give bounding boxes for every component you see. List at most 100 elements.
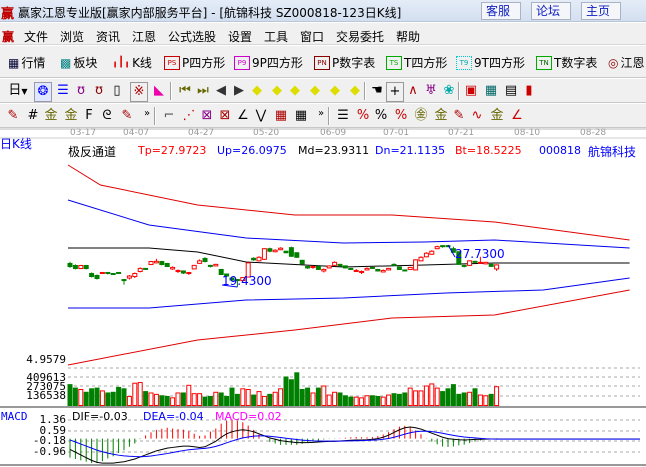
menu-settings[interactable]: 设置 [228,28,252,45]
volume-bar [326,394,332,407]
candle-body [413,259,419,271]
overlay-icon[interactable]: ❂ [34,82,52,102]
candle-body [132,272,138,278]
menu-formula-select[interactable]: 公式选股 [168,28,216,45]
box-fan-icon[interactable]: ⊠ [198,107,216,125]
kline-button[interactable]: ╻┃╻ K线 [112,54,152,71]
flag-icon[interactable]: ◣ [150,82,168,100]
grid2-icon[interactable]: ▦ [292,107,310,125]
fan-lines-icon[interactable]: ⋰ [180,107,198,125]
menu-info[interactable]: 资讯 [96,28,120,45]
ps-icon: PS [164,55,180,70]
grid-lines-icon[interactable]: # [24,107,42,125]
percent-levels-icon[interactable]: % [392,107,410,125]
candle-body [472,260,478,263]
market-button[interactable]: ▦ 行情 [8,54,45,71]
pattern-icon[interactable]: ♅ [422,82,440,100]
menu-window[interactable]: 窗口 [300,28,324,45]
right-arrow-icon[interactable]: ▶ [230,82,248,100]
candle-body [440,245,446,248]
period-dropdown[interactable]: 日▼ [6,82,30,101]
angle-levels-icon[interactable]: ∠ [508,107,526,125]
draw-line-icon[interactable]: ∧ [404,82,422,100]
gann-fan-icon[interactable]: ❀ [440,82,458,100]
candle-body [94,274,100,279]
gann-button[interactable]: ◎ 江恩 [608,54,645,71]
t-number-table-label: T数字表 [554,56,598,70]
t-number-table-button[interactable]: TN T数字表 [536,54,597,71]
volume-bar [434,387,440,406]
crosshair-icon[interactable]: + [386,82,404,102]
volume-bar [164,395,170,406]
forum-button[interactable]: 论坛 [531,2,571,20]
zoom-in-icon[interactable]: ◆ [326,82,344,100]
notepad-icon[interactable]: ▤ [502,82,520,100]
box-lines-icon[interactable]: ⊠ [216,107,234,125]
gold-bar-icon[interactable]: 金 [488,107,506,125]
rect-icon[interactable]: ⌐ [160,107,178,125]
t-square-button[interactable]: TS T四方形 [386,54,447,71]
calendar-icon[interactable]: ▣ [462,82,480,100]
9p-square-button[interactable]: P9 9P四方形 [234,54,303,71]
calculator-icon[interactable]: ▦ [482,82,500,100]
sector-button[interactable]: ▩ 板块 [60,54,97,71]
map-icon[interactable]: ※ [130,82,148,102]
v-line-icon[interactable]: ⋁ [252,107,270,125]
period-label: 日K线 [0,137,32,151]
angle-icon[interactable]: ∠ [234,107,252,125]
percent-icon[interactable]: % [372,107,390,125]
clipboard-icon[interactable]: ☰ [54,82,72,100]
p-number-table-button[interactable]: PN P数字表 [314,54,375,71]
9t-square-label: 9T四方形 [474,56,525,70]
marker-icon[interactable]: ✎ [118,107,136,125]
candle-body [348,267,354,270]
hand-icon[interactable]: ☚ [368,82,386,100]
last-icon[interactable]: ⏭ [194,82,212,100]
ts-icon: TS [386,55,402,70]
volume-bar [272,391,278,407]
chart9-icon[interactable]: ʊ [90,82,108,100]
pen-levels-icon[interactable]: ✎ [450,107,468,125]
move-left-icon[interactable]: ◆ [248,82,266,100]
candle-body [375,268,381,272]
wave-icon[interactable]: ∿ [468,107,486,125]
menu-help[interactable]: 帮助 [396,28,420,45]
gold-lines2-icon[interactable]: 金 [62,107,80,125]
menu-browse[interactable]: 浏览 [60,28,84,45]
gold-levels-icon[interactable]: 金 [432,107,450,125]
left-arrow-icon[interactable]: ◀ [212,82,230,100]
menu-file[interactable]: 文件 [24,28,48,45]
volume-bar [72,387,78,406]
menu-tools[interactable]: 工具 [264,28,288,45]
candle-type-dropdown[interactable]: ▯ [108,82,126,100]
percent-line-icon[interactable]: % [354,107,372,125]
ladder-icon[interactable]: ☰ [334,107,352,125]
spiral-icon[interactable]: ᘓ [98,107,116,125]
candle-body [294,252,300,258]
dea-line [69,430,640,458]
candle-body [429,250,435,255]
pen-icon[interactable]: ✎ [4,107,22,125]
volume-bar [267,393,273,406]
kline-chart-area[interactable]: 日K线 03-17 04-07 04-27 05-20 06-09 07-01 07-21 0… [0,128,646,467]
gold-lines-icon[interactable]: 金 [42,107,60,125]
book-icon[interactable]: ▮ [520,82,538,100]
p-square-button[interactable]: PS P四方形 [164,54,225,71]
first-icon[interactable]: ⏮ [176,82,194,100]
separator [364,82,366,100]
shrink-icon[interactable]: ◆ [306,82,324,100]
volume-bar [467,391,473,407]
customer-service-button[interactable]: 客服 [481,2,521,20]
zoom-out-icon[interactable]: ◆ [346,82,364,100]
grid-icon[interactable]: ▦ [272,107,290,125]
homepage-button[interactable]: 主页 [581,2,621,20]
fib-icon[interactable]: F [80,107,98,125]
menu-trade[interactable]: 交易委托 [336,28,384,45]
move-right-icon[interactable]: ◆ [268,82,286,100]
menu-gann[interactable]: 江恩 [132,28,156,45]
expand-icon[interactable]: ◆ [286,82,304,100]
chart3-icon[interactable]: ʊ [72,82,90,100]
channel-line-bt-red-lower [67,289,630,366]
9t-square-button[interactable]: T9 9T四方形 [456,54,525,71]
gold-circle-icon[interactable]: ㊎ [412,107,430,125]
